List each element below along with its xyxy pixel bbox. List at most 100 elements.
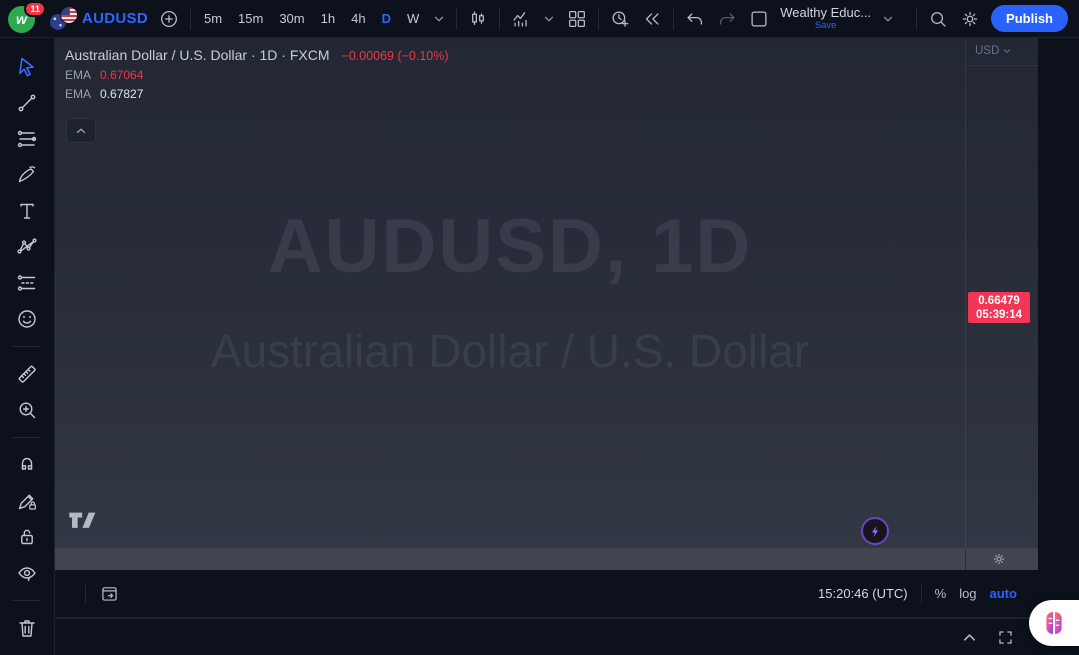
timeframe-w[interactable]: W [404,9,422,28]
remove-drawings-button[interactable] [12,615,42,641]
chart-area: AUDUSD, 1D Australian Dollar / U.S. Doll… [55,38,1038,570]
layout-name-button[interactable]: Wealthy Educ... Save [780,4,872,32]
fib-retracement-button[interactable] [12,126,42,152]
forecast-button[interactable] [12,270,42,296]
axis-settings-gear-icon[interactable] [991,551,1007,567]
drawing-mode-lock-icon [15,489,39,513]
ai-assistant-button[interactable] [1029,600,1079,646]
divider [13,437,41,438]
layout-square-icon[interactable] [748,8,770,30]
ruler-icon [15,362,39,386]
save-layout-link[interactable]: Save [815,20,837,32]
ruler-button[interactable] [12,361,42,387]
interval-list: 5m 15m 30m 1h 4h D W [201,9,422,28]
ema-fast-label: EMA [65,68,92,82]
symbol-search-button[interactable]: AUDUSD [50,7,148,30]
indicators-icon[interactable] [510,8,532,30]
bar-countdown: 05:39:14 [975,309,1023,321]
ema-slow-value: 0.67827 [100,87,144,101]
divider [456,7,458,30]
chart-title[interactable]: Australian Dollar / U.S. Dollar · 1D · F… [65,47,330,63]
price-axis[interactable]: USD 0.66479 05:39:14 [965,38,1038,548]
price-axis-currency[interactable]: USD [975,45,1012,57]
ema-fast-value: 0.67064 [100,68,144,82]
chart-canvas[interactable] [55,38,965,548]
tradingview-logo[interactable] [67,511,98,530]
divider [189,7,191,30]
auto-scale-toggle[interactable]: auto [990,586,1017,601]
magnet-icon [15,453,39,477]
log-scale-toggle[interactable]: log [959,586,976,601]
layout-name-label: Wealthy Educ... [780,4,872,20]
timeframe-5m[interactable]: 5m [201,9,225,28]
text-button[interactable] [12,198,42,224]
notification-badge: 11 [24,0,46,17]
indicators-chevron-icon[interactable] [542,12,556,26]
forecast-icon [15,271,39,295]
interval-chevron-icon[interactable] [432,12,446,26]
divider [13,346,41,347]
brush-button[interactable] [12,162,42,188]
search-icon[interactable] [927,8,949,30]
lock-all-button[interactable] [12,524,42,550]
quick-action-bolt-icon[interactable] [861,517,889,545]
divider [598,7,600,30]
fib-retracement-icon [15,127,39,151]
divider [920,584,922,603]
collapse-indicators-button[interactable] [66,118,96,143]
ema-slow-label: EMA [65,87,92,101]
timeframe-1h[interactable]: 1h [318,9,338,28]
user-menu-button[interactable]: w 11 [8,0,46,34]
emoji-icon [15,307,39,331]
drawing-mode-lock-button[interactable] [12,488,42,514]
layout-grid-icon[interactable] [566,8,588,30]
cursor-icon [15,55,39,79]
trend-line-button[interactable] [12,90,42,116]
go-to-date-icon[interactable] [99,583,120,604]
bottom-panel [0,618,1079,655]
hide-drawings-button[interactable] [12,560,42,586]
percent-scale-toggle[interactable]: % [935,586,947,601]
timeframe-d[interactable]: D [379,9,394,28]
chart-legend[interactable]: Australian Dollar / U.S. Dollar · 1D · F… [65,47,449,101]
hide-drawings-icon [15,561,39,585]
settings-gear-icon[interactable] [959,8,981,30]
tradingview-app: w 11 AUDUSD 5m 15m 30m 1h 4h D W Wealthy Educ.… [0,0,1079,655]
undo-icon[interactable] [684,8,706,30]
chart-type-icon[interactable] [467,8,489,30]
lock-all-icon [15,525,39,549]
timeframe-30m[interactable]: 30m [276,9,307,28]
clock[interactable]: 15:20:46 (UTC) [818,586,908,601]
trend-line-icon [15,91,39,115]
add-symbol-icon[interactable] [158,8,180,30]
price-change: −0.00069 (−0.10%) [341,49,449,63]
divider [13,600,41,601]
currency-label: USD [975,45,1000,57]
redo-icon[interactable] [716,8,738,30]
cursor-button[interactable] [12,54,42,80]
divider [85,584,86,603]
layout-chevron-icon[interactable] [881,12,895,26]
top-toolbar: w 11 AUDUSD 5m 15m 30m 1h 4h D W Wealthy Educ.… [0,0,1079,38]
zoom-in-button[interactable] [12,397,42,423]
current-price: 0.66479 [978,295,1020,307]
ema-slow-row[interactable]: EMA 0.67827 [65,87,449,101]
publish-button[interactable]: Publish [991,5,1068,32]
text-icon [15,199,39,223]
timeframe-4h[interactable]: 4h [348,9,368,28]
symbol-name: AUDUSD [82,10,148,27]
ema-fast-row[interactable]: EMA 0.67064 [65,68,449,82]
panel-expand-icon[interactable] [996,628,1015,647]
drawing-toolbar [0,38,55,655]
bar-replay-icon[interactable] [641,8,663,30]
divider [966,65,1038,66]
magnet-button[interactable] [12,452,42,478]
emoji-button[interactable] [12,306,42,332]
bottom-range-toolbar: 15:20:46 (UTC) % log auto [55,570,1038,618]
timeframe-15m[interactable]: 15m [235,9,266,28]
xabcd-pattern-button[interactable] [12,234,42,260]
brush-icon [15,163,39,187]
time-axis[interactable] [55,548,1038,570]
create-alert-icon[interactable] [609,8,631,30]
panel-open-chevron-icon[interactable] [960,628,979,647]
